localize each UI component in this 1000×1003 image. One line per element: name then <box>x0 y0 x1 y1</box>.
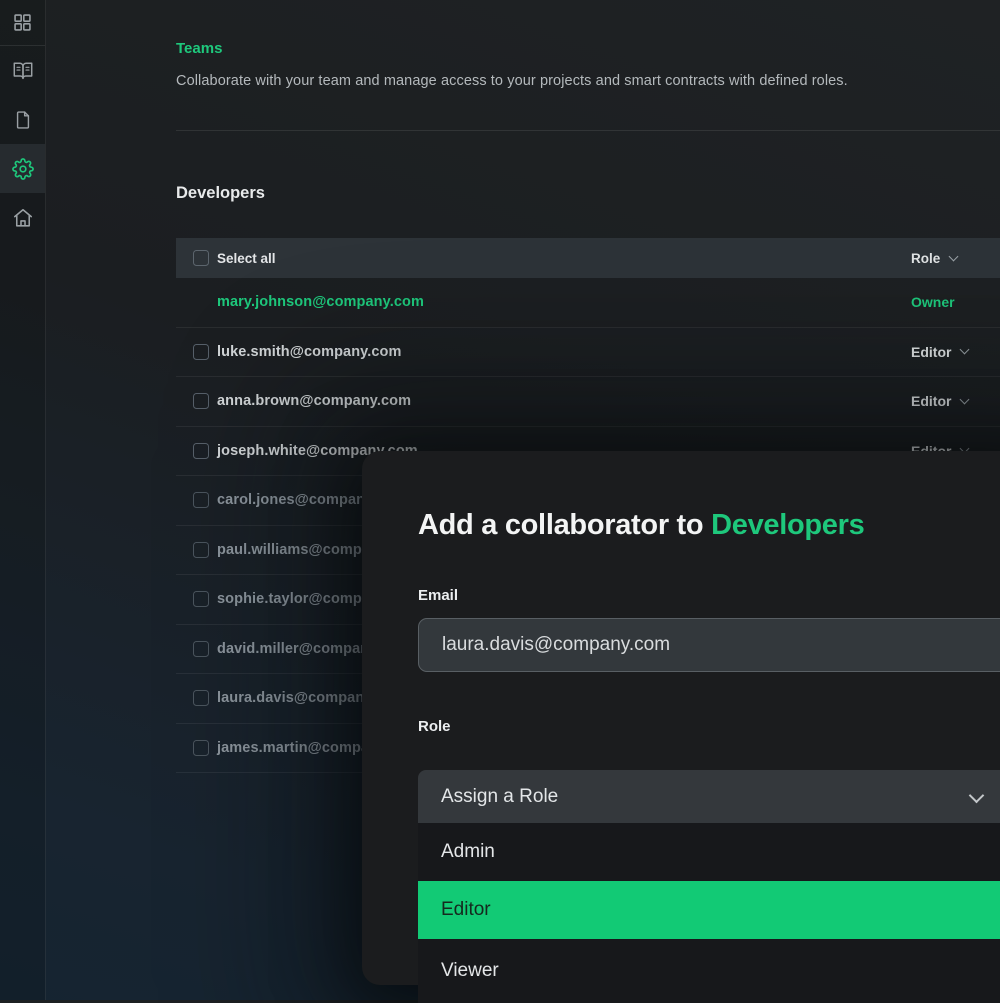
sidebar-item-docs[interactable] <box>0 46 45 95</box>
email-label: Email <box>418 588 1000 604</box>
role-dropdown-menu: AdminEditorViewer <box>418 823 1000 1003</box>
role-option-editor[interactable]: Editor <box>418 881 1000 939</box>
sidebar <box>0 0 46 1000</box>
row-checkbox[interactable] <box>193 591 209 607</box>
sidebar-item-contracts[interactable] <box>0 95 45 144</box>
file-icon <box>13 109 33 131</box>
sidebar-items <box>0 0 45 242</box>
role-label: Role <box>418 719 1000 735</box>
book-icon <box>12 60 34 82</box>
chevron-down-icon <box>960 345 970 355</box>
table-row: luke.smith@company.com Editor <box>176 328 1000 378</box>
table-row: mary.johnson@company.com Owner <box>176 278 1000 328</box>
row-role[interactable]: Editor <box>911 393 968 409</box>
collaborator-email: anna.brown@company.com <box>217 393 411 409</box>
add-collaborator-modal: Add a collaborator to Developers Email R… <box>362 451 1000 985</box>
chevron-down-icon <box>969 788 985 804</box>
chevron-down-icon <box>949 251 959 261</box>
collaborator-email: luke.smith@company.com <box>217 344 401 360</box>
modal-title: Add a collaborator to Developers <box>418 509 1000 541</box>
role-header[interactable]: Role <box>911 251 957 266</box>
gear-icon <box>12 158 34 180</box>
page-title: Teams <box>176 41 1000 57</box>
table-header-row: Select all Role <box>176 238 1000 278</box>
row-role[interactable]: Editor <box>911 344 968 360</box>
team-section-title: Developers <box>176 183 1000 203</box>
role-option-viewer[interactable]: Viewer <box>418 939 1000 1003</box>
row-role: Owner <box>911 294 955 310</box>
role-option-admin[interactable]: Admin <box>418 823 1000 881</box>
row-checkbox[interactable] <box>193 393 209 409</box>
row-checkbox[interactable] <box>193 443 209 459</box>
select-all-label: Select all <box>217 251 276 266</box>
modal-title-prefix: Add a collaborator to <box>418 509 711 541</box>
modal-title-team: Developers <box>711 509 864 541</box>
role-select[interactable]: Assign a Role <box>418 770 1000 823</box>
row-checkbox[interactable] <box>193 690 209 706</box>
sidebar-item-apps[interactable] <box>0 0 45 45</box>
chevron-down-icon <box>960 394 970 404</box>
page-description: Collaborate with your team and manage ac… <box>176 72 1000 90</box>
sidebar-item-home[interactable] <box>0 193 45 242</box>
sidebar-item-settings[interactable] <box>0 144 45 193</box>
row-checkbox[interactable] <box>193 344 209 360</box>
row-checkbox[interactable] <box>193 641 209 657</box>
role-select-value: Assign a Role <box>441 786 558 808</box>
row-checkbox[interactable] <box>193 542 209 558</box>
select-all-checkbox[interactable] <box>193 250 209 266</box>
table-row: anna.brown@company.com Editor <box>176 377 1000 427</box>
grid-icon <box>12 12 33 33</box>
row-checkbox[interactable] <box>193 492 209 508</box>
collaborator-email: mary.johnson@company.com <box>217 294 424 310</box>
section-divider <box>176 130 1000 131</box>
row-checkbox[interactable] <box>193 740 209 756</box>
home-icon <box>12 207 34 229</box>
email-field[interactable] <box>418 618 1000 672</box>
